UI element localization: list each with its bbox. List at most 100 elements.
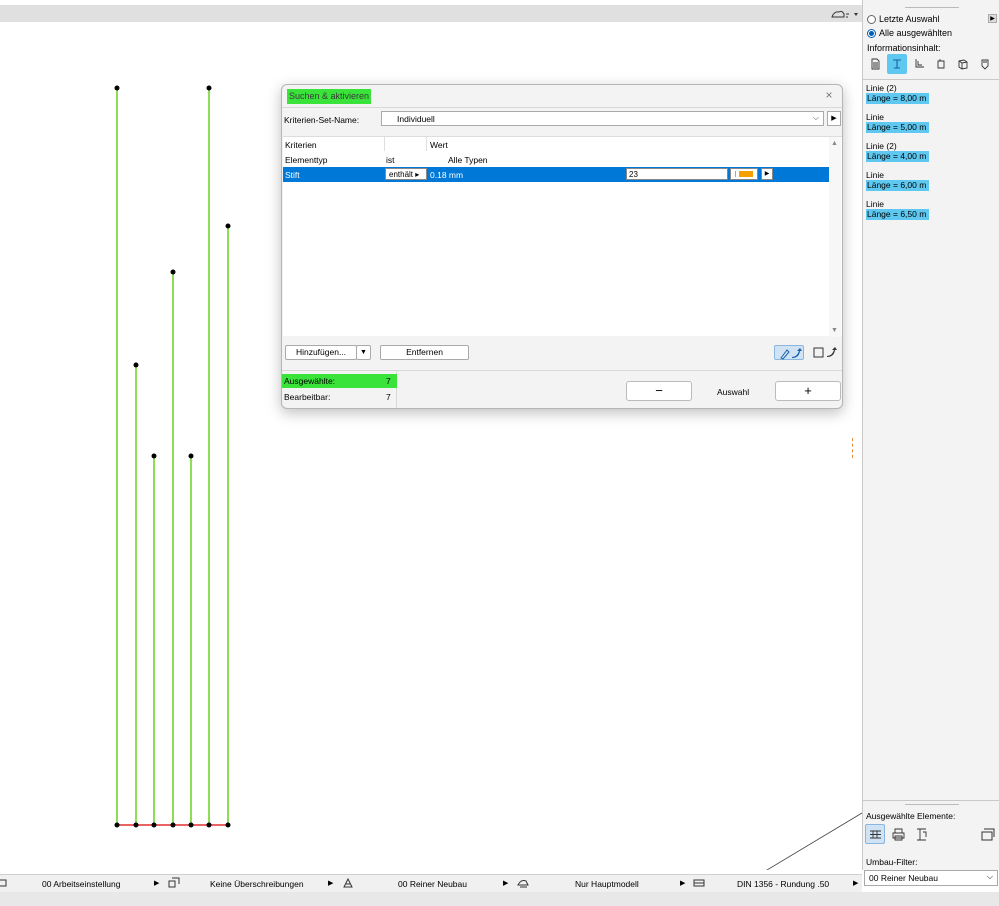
work-setting-value[interactable]: 00 Arbeitseinstellung: [42, 879, 120, 889]
table-row[interactable]: Elementtyp ist Alle Typen: [283, 153, 829, 167]
close-icon[interactable]: ×: [822, 88, 836, 102]
model-icon[interactable]: [517, 877, 529, 889]
selected-count: 7: [386, 376, 391, 386]
selected-label: Ausgewählte:: [284, 376, 336, 386]
document-icon[interactable]: [865, 54, 885, 74]
leader-line: [766, 812, 862, 870]
find-select-dialog: Suchen & aktivieren × Kriterien-Set-Name…: [281, 84, 843, 409]
list-item[interactable]: Linie (2) Länge = 4,00 m: [866, 141, 930, 162]
column-icon[interactable]: [911, 824, 931, 844]
table-row-selected[interactable]: Stift enthält ▸ 0.18 mm 23 ▶: [283, 167, 829, 182]
override-icon[interactable]: [168, 877, 180, 889]
remove-button[interactable]: Entfernen: [380, 345, 469, 360]
pen-color-swatch[interactable]: [730, 168, 758, 180]
renovation-value[interactable]: 00 Reiner Neubau: [398, 879, 467, 889]
header-value: Wert: [430, 140, 448, 150]
dimension-value[interactable]: DIN 1356 - Rundung .50: [737, 879, 829, 889]
entry-length: Länge = 8,00 m: [866, 93, 930, 104]
criteria-set-select[interactable]: Individuell ⌵: [381, 111, 824, 126]
deselect-button[interactable]: −: [626, 381, 692, 401]
chevron-right-icon[interactable]: ▶: [680, 879, 685, 887]
renovation-icon[interactable]: [342, 877, 354, 889]
operator-select[interactable]: enthält ▸: [385, 168, 427, 180]
chevron-right-icon[interactable]: ▶: [503, 879, 508, 887]
grid-icon[interactable]: [865, 824, 885, 844]
layer-icon[interactable]: [931, 54, 951, 74]
overrides-value[interactable]: Keine Überschreibungen: [210, 879, 304, 889]
radio-button[interactable]: [867, 28, 876, 38]
list-item[interactable]: Linie Länge = 6,00 m: [866, 170, 930, 191]
dimension-icon[interactable]: [693, 877, 705, 889]
chevron-right-icon[interactable]: ▶: [853, 879, 858, 887]
criteria-set-value: Individuell: [397, 114, 435, 124]
floor-icon[interactable]: [909, 54, 929, 74]
resize-handle[interactable]: [852, 438, 855, 458]
editable-count-row: Bearbeitbar: 7: [282, 390, 397, 404]
stack-icon[interactable]: [978, 824, 998, 844]
cube-icon[interactable]: [953, 54, 973, 74]
bottom-strip: [0, 892, 999, 906]
view-options-icon[interactable]: [830, 8, 862, 20]
info-content-icons: [865, 54, 995, 74]
entry-length: Länge = 6,00 m: [866, 180, 930, 191]
chevron-right-icon[interactable]: ▶: [328, 879, 333, 887]
list-item[interactable]: Linie (2) Länge = 8,00 m: [866, 83, 930, 104]
info-panel: Letzte Auswahl ▶ Alle ausgewählten Infor…: [862, 0, 999, 870]
chevron-right-icon[interactable]: ▶: [154, 879, 159, 887]
editable-count: 7: [386, 392, 391, 402]
row-criteria: Stift: [285, 170, 300, 180]
eyedropper-mode-button[interactable]: [774, 345, 804, 360]
radio-all-selected[interactable]: Alle ausgewählten: [867, 28, 952, 38]
panel-grip[interactable]: [905, 804, 959, 805]
scroll-down-icon[interactable]: ▼: [831, 327, 838, 334]
editable-label: Bearbeitbar:: [284, 392, 331, 402]
row-criteria: Elementtyp: [285, 155, 328, 165]
pen-menu-button[interactable]: ▶: [761, 168, 773, 180]
radio-last-selection[interactable]: Letzte Auswahl: [867, 14, 940, 24]
criteria-set-menu-button[interactable]: ▶: [827, 111, 841, 126]
add-dropdown-button[interactable]: ▼: [356, 345, 371, 360]
pen-number-input[interactable]: 23: [626, 168, 728, 180]
status-bar: 00 Arbeitseinstellung ▶ Keine Überschrei…: [0, 874, 862, 892]
entry-type: Linie: [866, 199, 884, 209]
selected-elements-section: Ausgewählte Elemente: Umbau-Filter:: [863, 800, 999, 870]
table-scrollbar[interactable]: ▲ ▼: [829, 137, 841, 337]
info-content-label: Informationsinhalt:: [867, 43, 941, 53]
top-toolbar-strip: [0, 5, 862, 22]
entry-length: Länge = 6,50 m: [866, 209, 930, 220]
chevron-down-icon: ⌵: [986, 872, 993, 881]
chevron-down-icon: ⌵: [812, 113, 819, 122]
radio-button[interactable]: [867, 14, 876, 24]
select-button[interactable]: +: [775, 381, 841, 401]
selected-elements-icons: [865, 824, 931, 844]
entry-length: Länge = 4,00 m: [866, 151, 930, 162]
add-button[interactable]: Hinzufügen...: [285, 345, 357, 360]
length-icon[interactable]: [887, 54, 907, 74]
scroll-up-icon[interactable]: ▲: [831, 140, 838, 147]
panel-grip[interactable]: [905, 7, 959, 8]
criteria-table: Kriterien Wert Elementtyp ist Alle Typen…: [283, 136, 842, 337]
entry-type: Linie (2): [866, 141, 897, 151]
row-value: Alle Typen: [448, 155, 488, 165]
print-icon[interactable]: [888, 824, 908, 844]
list-item[interactable]: Linie Länge = 5,00 m: [866, 112, 930, 133]
entry-length: Länge = 5,00 m: [866, 122, 930, 133]
model-value[interactable]: Nur Hauptmodell: [575, 879, 639, 889]
dialog-footer: Ausgewählte: 7 Bearbeitbar: 7 − Auswahl …: [282, 370, 842, 408]
criteria-buttons: Hinzufügen... ▼ Entfernen: [282, 343, 842, 363]
row-operator: ist: [386, 155, 395, 165]
entry-type: Linie (2): [866, 83, 897, 93]
renovation-filter-label: Umbau-Filter:: [866, 857, 918, 867]
row-value: 0.18 mm: [430, 170, 464, 180]
renovation-filter-value: 00 Reiner Neubau: [869, 873, 938, 883]
selected-elements-label: Ausgewählte Elemente:: [866, 811, 956, 821]
marquee-mode-button[interactable]: [810, 345, 840, 360]
list-item[interactable]: Linie Länge = 6,50 m: [866, 199, 930, 220]
id-icon[interactable]: [975, 54, 995, 74]
entry-type: Linie: [866, 112, 884, 122]
renovation-filter-select[interactable]: 00 Reiner Neubau ⌵: [864, 870, 998, 886]
entry-type: Linie: [866, 170, 884, 180]
panel-menu-button[interactable]: ▶: [988, 14, 997, 23]
dialog-title: Suchen & aktivieren: [287, 89, 372, 104]
layer-icon[interactable]: [0, 877, 8, 889]
